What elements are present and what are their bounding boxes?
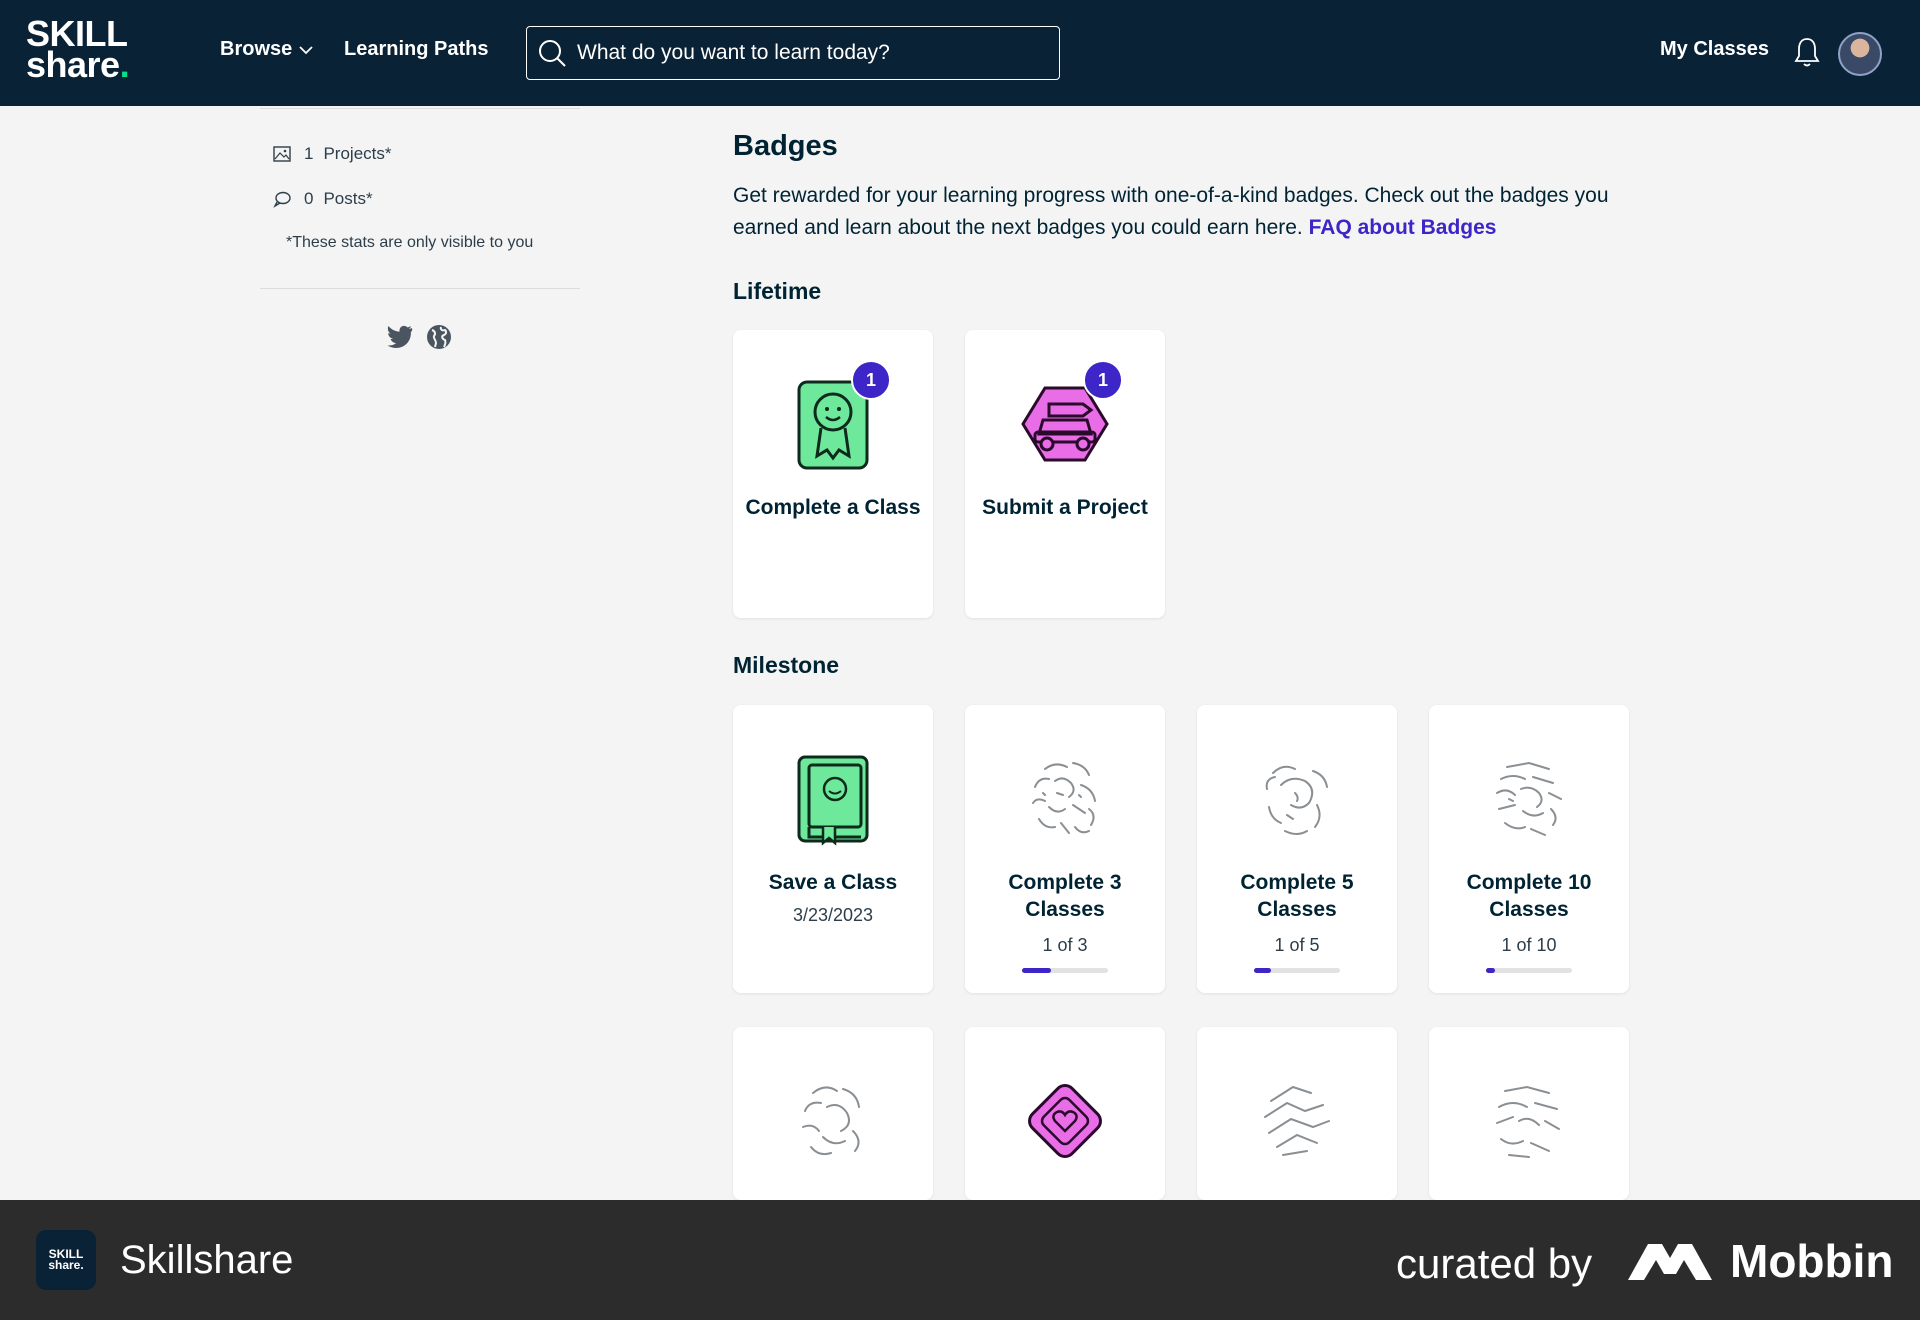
stats-visibility-note: *These stats are only visible to you bbox=[286, 234, 534, 251]
search-input[interactable] bbox=[577, 41, 1037, 65]
badge-card[interactable] bbox=[1197, 1027, 1397, 1200]
twitter-icon[interactable] bbox=[386, 324, 414, 350]
badge-progress-bar bbox=[1254, 968, 1340, 973]
faq-badges-link[interactable]: FAQ about Badges bbox=[1309, 216, 1497, 239]
search-icon bbox=[539, 40, 566, 67]
badge-card-complete-5-classes[interactable]: Complete 5 Classes 1 of 5 bbox=[1197, 705, 1397, 993]
mobbin-logo: Mobbin bbox=[1626, 1234, 1894, 1288]
top-navigation-bar: SKILL share. Browse Learning Paths My Cl… bbox=[0, 0, 1920, 106]
stat-projects-count: 1 bbox=[304, 144, 314, 163]
badge-count: 1 bbox=[1083, 360, 1123, 400]
avatar[interactable] bbox=[1838, 32, 1882, 76]
globe-icon[interactable] bbox=[426, 324, 452, 350]
footer-app-name: Skillshare bbox=[120, 1238, 294, 1282]
stat-posts: 0 Posts* bbox=[272, 189, 373, 209]
footer-curated-by: curated by bbox=[1396, 1240, 1593, 1287]
logo-line-2: share bbox=[26, 44, 120, 85]
badge-card-complete-a-class[interactable]: 1 Complete a Class bbox=[733, 330, 933, 618]
my-classes-link[interactable]: My Classes bbox=[1660, 38, 1769, 61]
badge-progress-bar bbox=[1022, 968, 1108, 973]
locked-scribble-icon bbox=[1264, 1085, 1330, 1156]
search-bar[interactable] bbox=[526, 26, 1060, 80]
sidebar-divider bbox=[260, 288, 580, 289]
skillshare-app-icon: SKILL share. bbox=[36, 1230, 96, 1290]
badge-title: Submit a Project bbox=[982, 496, 1148, 519]
badge-progress-text: 1 of 3 bbox=[1042, 935, 1088, 955]
book-icon bbox=[797, 755, 869, 846]
milestone-heading: Milestone bbox=[733, 652, 840, 678]
browse-label: Browse bbox=[220, 38, 293, 60]
badge-title: Complete a Class bbox=[745, 496, 921, 519]
badge-card[interactable] bbox=[965, 1027, 1165, 1200]
badge-card-complete-10-classes[interactable]: Complete 10 Classes 1 of 10 bbox=[1429, 705, 1629, 993]
skillshare-logo[interactable]: SKILL share. bbox=[26, 16, 168, 90]
footer-bar: SKILL share. Skillshare curated by Mobbi… bbox=[0, 1200, 1920, 1320]
badges-intro: Get rewarded for your learning progress … bbox=[733, 180, 1673, 244]
badge-progress-fill bbox=[1022, 968, 1051, 973]
bell-icon[interactable] bbox=[1793, 36, 1821, 68]
mobbin-mark-icon bbox=[1628, 1244, 1712, 1280]
sidebar-divider-top bbox=[260, 108, 580, 109]
mobbin-brand-text: Mobbin bbox=[1730, 1235, 1894, 1287]
badge-progress-text: 1 of 5 bbox=[1274, 935, 1320, 955]
stat-posts-label: Posts* bbox=[323, 189, 373, 208]
badge-title: Complete 3 Classes bbox=[1008, 871, 1122, 921]
locked-scribble-icon bbox=[1496, 761, 1562, 836]
badge-progress-fill bbox=[1254, 968, 1272, 973]
locked-scribble-icon bbox=[1032, 762, 1096, 834]
badge-earned-date: 3/23/2023 bbox=[792, 905, 874, 925]
locked-scribble-icon bbox=[802, 1086, 860, 1156]
browse-menu[interactable]: Browse bbox=[220, 38, 314, 61]
logo-dot: . bbox=[119, 44, 130, 85]
chevron-down-icon bbox=[299, 45, 313, 54]
badge-card-save-a-class[interactable]: Save a Class 3/23/2023 bbox=[733, 705, 933, 993]
image-icon bbox=[273, 146, 291, 162]
badge-count: 1 bbox=[851, 360, 891, 400]
heart-diamond-icon bbox=[1028, 1084, 1102, 1158]
learning-paths-link[interactable]: Learning Paths bbox=[344, 38, 488, 61]
badge-card-submit-a-project[interactable]: 1 Submit a Project bbox=[965, 330, 1165, 618]
lifetime-heading: Lifetime bbox=[733, 278, 822, 304]
badge-title: Complete 5 Classes bbox=[1240, 871, 1354, 921]
badge-title: Complete 10 Classes bbox=[1466, 871, 1592, 921]
badge-card-complete-3-classes[interactable]: Complete 3 Classes 1 of 3 bbox=[965, 705, 1165, 993]
page-title: Badges bbox=[733, 130, 838, 162]
stat-projects-label: Projects* bbox=[323, 144, 392, 163]
badge-progress-bar bbox=[1486, 968, 1572, 973]
badge-progress-fill bbox=[1486, 968, 1495, 973]
badge-progress-text: 1 of 10 bbox=[1501, 935, 1557, 955]
badge-card[interactable] bbox=[733, 1027, 933, 1200]
stat-posts-count: 0 bbox=[304, 189, 314, 208]
comment-icon bbox=[273, 191, 291, 208]
locked-scribble-icon bbox=[1265, 765, 1328, 835]
locked-scribble-icon bbox=[1496, 1085, 1560, 1158]
badge-card[interactable] bbox=[1429, 1027, 1629, 1200]
stat-projects: 1 Projects* bbox=[272, 144, 392, 164]
badge-title: Save a Class bbox=[768, 871, 898, 894]
